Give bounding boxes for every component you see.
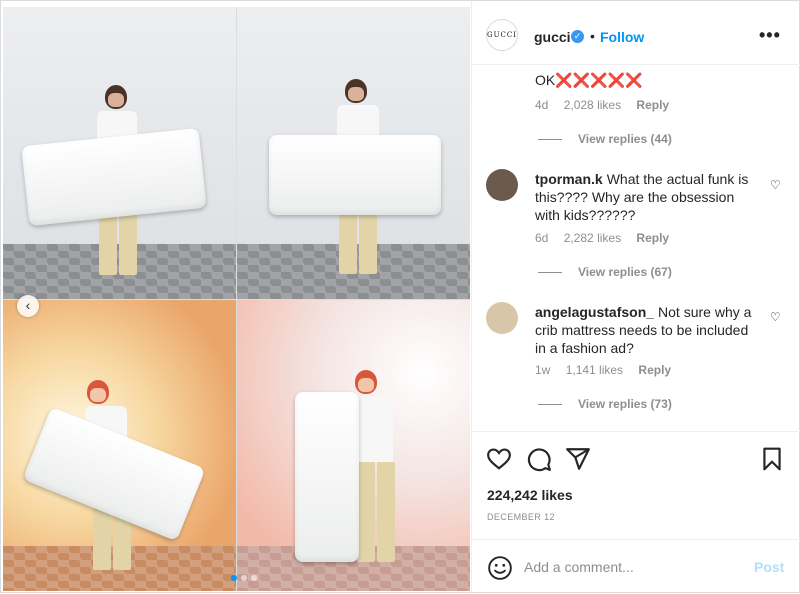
commenter-avatar[interactable] (486, 169, 518, 201)
bookmark-icon[interactable] (759, 446, 785, 472)
comment-text-partial: OK❌❌❌❌❌ (535, 72, 642, 89)
carousel-dot (251, 575, 257, 581)
post-date: DECEMBER 12 (487, 512, 555, 522)
heart-icon[interactable] (486, 446, 512, 472)
view-replies-button[interactable]: View replies (73) (538, 397, 672, 411)
post-actions: 224,242 likes DECEMBER 12 (472, 431, 800, 539)
photo-panel-2 (237, 7, 470, 299)
comment-body: tporman.k What the actual funk is this???… (535, 170, 760, 224)
like-comment-heart-icon[interactable]: ♡ (770, 178, 781, 192)
reply-button[interactable]: Reply (636, 231, 669, 245)
comment-body: angelagustafson_ Not sure why a crib matt… (535, 303, 760, 357)
photo-panel-4 (237, 300, 470, 591)
cross-mark-emoji: ❌❌❌❌❌ (555, 72, 643, 88)
comment-likes[interactable]: 2,282 likes (564, 231, 621, 245)
add-comment-bar: Post (472, 539, 800, 594)
separator-dot: • (590, 28, 595, 44)
post-comment-button[interactable]: Post (754, 559, 784, 575)
carousel-dots (231, 575, 257, 581)
carousel-dot (231, 575, 237, 581)
chevron-left-icon: ‹ (25, 297, 31, 313)
comment-meta: 6d 2,282 likes Reply (535, 231, 681, 245)
post-header: GUCCI gucci ✓ • Follow ••• (472, 1, 800, 65)
reply-button[interactable]: Reply (638, 363, 671, 377)
photo-panel-3 (3, 300, 236, 591)
carousel-prev-button[interactable]: ‹ (17, 295, 39, 317)
photo-panel-1 (3, 7, 236, 299)
comments-list[interactable]: OK❌❌❌❌❌ 4d 2,028 likes Reply View replie… (472, 66, 800, 431)
like-comment-heart-icon[interactable]: ♡ (770, 310, 781, 324)
more-options-icon[interactable]: ••• (759, 25, 781, 46)
comment-partial-text: OK (535, 72, 556, 88)
account-avatar[interactable]: GUCCI (486, 19, 518, 51)
comment-likes[interactable]: 1,141 likes (566, 363, 623, 377)
comment-meta: 4d 2,028 likes Reply (535, 98, 681, 112)
comment-likes[interactable]: 2,028 likes (564, 98, 621, 112)
post-image[interactable]: ‹ (3, 7, 470, 591)
emoji-icon[interactable] (487, 555, 513, 581)
reply-button[interactable]: Reply (636, 98, 669, 112)
follow-button[interactable]: Follow (600, 29, 644, 45)
verified-badge-icon: ✓ (571, 30, 584, 43)
share-icon[interactable] (565, 446, 591, 472)
account-username[interactable]: gucci (534, 29, 571, 45)
comment-icon[interactable] (526, 446, 552, 472)
carousel-dot (241, 575, 247, 581)
likes-count[interactable]: 224,242 likes (487, 487, 573, 503)
commenter-username[interactable]: angelagustafson_ (535, 304, 654, 320)
view-replies-button[interactable]: View replies (44) (538, 132, 672, 146)
comment-time: 4d (535, 98, 549, 112)
comment-input[interactable] (524, 556, 744, 578)
comment-time: 6d (535, 231, 549, 245)
commenter-avatar[interactable] (486, 302, 518, 334)
comment-time: 1w (535, 363, 551, 377)
view-replies-button[interactable]: View replies (67) (538, 265, 672, 279)
commenter-username[interactable]: tporman.k (535, 171, 603, 187)
post-modal: ‹ GUCCI gucci ✓ • Follow ••• OK❌❌❌❌❌ 4d … (0, 0, 800, 594)
post-sidebar: GUCCI gucci ✓ • Follow ••• OK❌❌❌❌❌ 4d 2,… (471, 1, 800, 594)
comment-meta: 1w 1,141 likes Reply (535, 363, 683, 377)
